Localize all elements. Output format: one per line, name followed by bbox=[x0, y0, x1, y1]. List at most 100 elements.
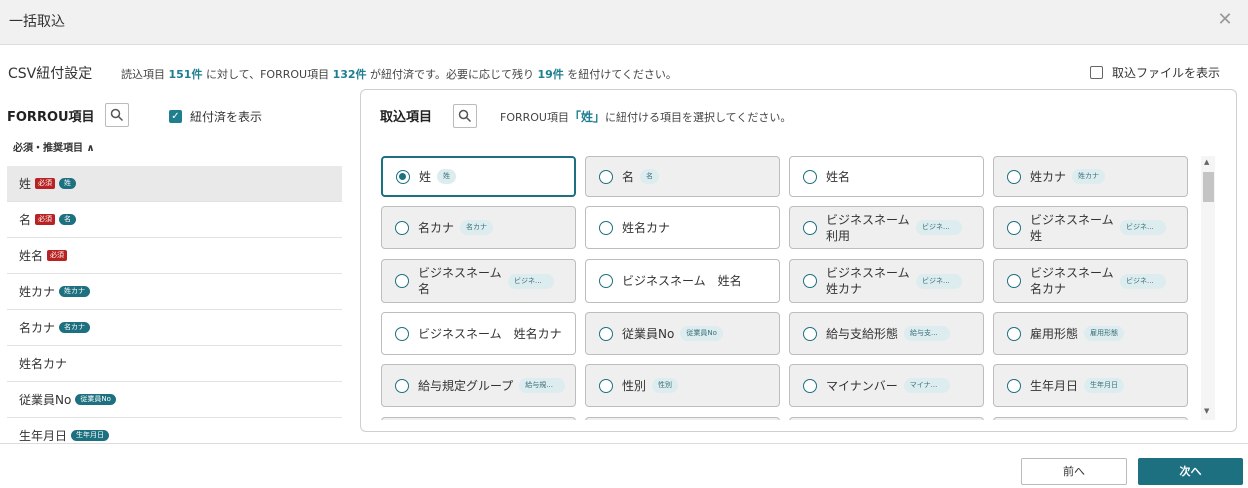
radio-button[interactable] bbox=[395, 326, 409, 341]
forrou-item-label: 姓カナ bbox=[19, 285, 56, 299]
linked-item-tag: 姓カナ bbox=[59, 286, 91, 297]
radio-button[interactable] bbox=[1007, 326, 1021, 341]
radio-button[interactable] bbox=[396, 169, 410, 184]
option-label: 姓 bbox=[419, 169, 432, 184]
import-item-option[interactable]: ビジネスネーム 姓名カナ bbox=[381, 312, 576, 355]
show-linked-checkbox[interactable]: ✓ bbox=[169, 110, 182, 123]
radio-button[interactable] bbox=[599, 220, 613, 235]
option-chip: 名カナ bbox=[460, 220, 494, 235]
forrou-list-item[interactable]: 名カナ 名カナ bbox=[7, 310, 342, 346]
import-item-option[interactable]: 姓名 bbox=[789, 156, 984, 197]
import-item-option[interactable]: ビジネスネーム 姓名 bbox=[585, 259, 780, 303]
linked-item-tag: 名 bbox=[59, 214, 77, 225]
option-chip: 名 bbox=[640, 169, 660, 184]
radio-button[interactable] bbox=[599, 326, 613, 341]
forrou-list-item[interactable]: 姓カナ 姓カナ bbox=[7, 274, 342, 310]
radio-button[interactable] bbox=[395, 378, 409, 393]
option-label: ビジネスネーム 名カナ bbox=[1030, 266, 1126, 296]
import-items-title: 取込項目 bbox=[380, 110, 433, 125]
import-item-option[interactable]: 生年月日 生年月日 bbox=[993, 364, 1188, 407]
option-label: 給与支給形態 bbox=[826, 326, 899, 341]
radio-button[interactable] bbox=[395, 274, 409, 288]
import-item-option[interactable]: マイナンバー マイナ... bbox=[789, 364, 984, 407]
option-label: 給与規定グループ bbox=[418, 378, 514, 393]
forrou-list-item[interactable]: 従業員No 従業員No bbox=[7, 382, 342, 418]
show-file-toggle[interactable]: 取込ファイルを表示 bbox=[1090, 64, 1220, 81]
option-label: ビジネスネーム 姓カナ bbox=[826, 266, 922, 296]
show-file-checkbox[interactable] bbox=[1090, 66, 1103, 79]
next-button[interactable]: 次へ bbox=[1138, 458, 1243, 485]
search-icon bbox=[458, 109, 472, 123]
import-item-option[interactable]: ビジネスネーム 名カナ ビジネ... bbox=[993, 259, 1188, 303]
option-chip: マイナ... bbox=[903, 378, 950, 393]
forrou-list-item[interactable]: 姓名 必須 bbox=[7, 238, 342, 274]
radio-button[interactable] bbox=[599, 169, 613, 184]
import-item-option[interactable]: 姓名カナ bbox=[585, 206, 780, 249]
show-linked-toggle[interactable]: ✓ 紐付済を表示 bbox=[169, 108, 262, 125]
radio-button[interactable] bbox=[803, 326, 817, 341]
radio-button[interactable] bbox=[803, 274, 817, 288]
import-item-option[interactable]: ビジネスネーム利用 ビジネ... bbox=[789, 206, 984, 249]
forrou-list-item[interactable]: 名必須名 bbox=[7, 202, 342, 238]
forrou-list-item[interactable]: 生年月日 生年月日 bbox=[7, 418, 342, 444]
option-label: 名 bbox=[622, 169, 635, 184]
radio-button[interactable] bbox=[395, 220, 409, 235]
option-chip: ビジネ... bbox=[508, 273, 554, 289]
prev-button[interactable]: 前へ bbox=[1021, 458, 1127, 485]
import-item-option[interactable]: ビジネスネーム 名ビジネ... bbox=[381, 259, 576, 303]
radio-button[interactable] bbox=[599, 378, 613, 393]
radio-button[interactable] bbox=[803, 169, 817, 184]
option-chip: 給与規... bbox=[519, 378, 566, 393]
panel-search-button[interactable] bbox=[453, 104, 477, 128]
forrou-list-item[interactable]: 姓必須姓 bbox=[7, 166, 342, 202]
option-label: 姓名 bbox=[826, 169, 851, 184]
summary-text-1: 読込項目 bbox=[121, 68, 165, 81]
import-item-option[interactable]: 名名 bbox=[585, 156, 780, 197]
option-label: マイナンバー bbox=[826, 378, 898, 393]
option-label: ビジネスネーム 姓 bbox=[1030, 212, 1126, 243]
import-item-option[interactable]: 従業員No 従業員No bbox=[585, 312, 780, 355]
import-item-option-partial[interactable] bbox=[585, 417, 780, 420]
radio-button[interactable] bbox=[1007, 274, 1021, 288]
import-item-option[interactable]: 性別 性別 bbox=[585, 364, 780, 407]
option-chip: 姓 bbox=[437, 169, 457, 184]
import-item-option-partial[interactable] bbox=[993, 417, 1188, 420]
linked-item-tag: 従業員No bbox=[75, 394, 116, 405]
scroll-up-icon[interactable]: ▲ bbox=[1204, 158, 1209, 166]
required-tag: 必須 bbox=[35, 214, 56, 225]
close-icon[interactable]: ✕ bbox=[1216, 9, 1234, 31]
import-item-option[interactable]: 給与支給形態 給与支... bbox=[789, 312, 984, 355]
import-items-panel: 取込項目 FORROU項目「姓」に紐付ける項目を選択してください。 姓姓名名姓名… bbox=[360, 89, 1237, 432]
import-item-option[interactable]: 名カナ 名カナ bbox=[381, 206, 576, 249]
import-item-option[interactable]: ビジネスネーム 姓カナ ビジネ... bbox=[789, 259, 984, 303]
scrollbar-thumb[interactable] bbox=[1203, 172, 1214, 202]
vertical-scrollbar[interactable]: ▲ ▼ bbox=[1201, 156, 1215, 420]
option-chip: ビジネ... bbox=[916, 273, 962, 289]
forrou-list-item[interactable]: 姓名カナ bbox=[7, 346, 342, 382]
import-item-option-partial[interactable] bbox=[381, 417, 576, 420]
dialog-header: 一括取込 ✕ bbox=[0, 0, 1248, 45]
radio-button[interactable] bbox=[599, 274, 613, 288]
import-item-option[interactable]: 給与規定グループ 給与規... bbox=[381, 364, 576, 407]
radio-button[interactable] bbox=[1007, 169, 1021, 184]
show-linked-label: 紐付済を表示 bbox=[190, 110, 263, 124]
summary-text-4: を紐付けてください。 bbox=[567, 68, 677, 81]
radio-button[interactable] bbox=[803, 378, 817, 393]
import-item-option[interactable]: 姓姓 bbox=[381, 156, 576, 197]
summary-text-3: が紐付済です。必要に応じて残り bbox=[370, 68, 534, 81]
radio-button[interactable] bbox=[1007, 378, 1021, 393]
radio-button[interactable] bbox=[803, 220, 817, 235]
import-item-option[interactable]: ビジネスネーム 姓ビジネ... bbox=[993, 206, 1188, 249]
dialog-title: 一括取込 bbox=[9, 14, 65, 30]
scroll-down-icon[interactable]: ▼ bbox=[1204, 407, 1209, 415]
left-search-button[interactable] bbox=[105, 103, 129, 127]
radio-button[interactable] bbox=[1007, 220, 1021, 235]
option-label: 名カナ bbox=[418, 220, 455, 235]
import-item-option[interactable]: 雇用形態 雇用形態 bbox=[993, 312, 1188, 355]
option-chip: ビジネ... bbox=[1120, 220, 1166, 235]
required-items-toggle[interactable]: 必須・推奨項目 ∧ bbox=[13, 139, 95, 154]
forrou-item-label: 従業員No bbox=[19, 393, 72, 407]
panel-hint: FORROU項目「姓」に紐付ける項目を選択してください。 bbox=[500, 108, 791, 125]
import-item-option[interactable]: 姓カナ 姓カナ bbox=[993, 156, 1188, 197]
import-item-option-partial[interactable] bbox=[789, 417, 984, 420]
